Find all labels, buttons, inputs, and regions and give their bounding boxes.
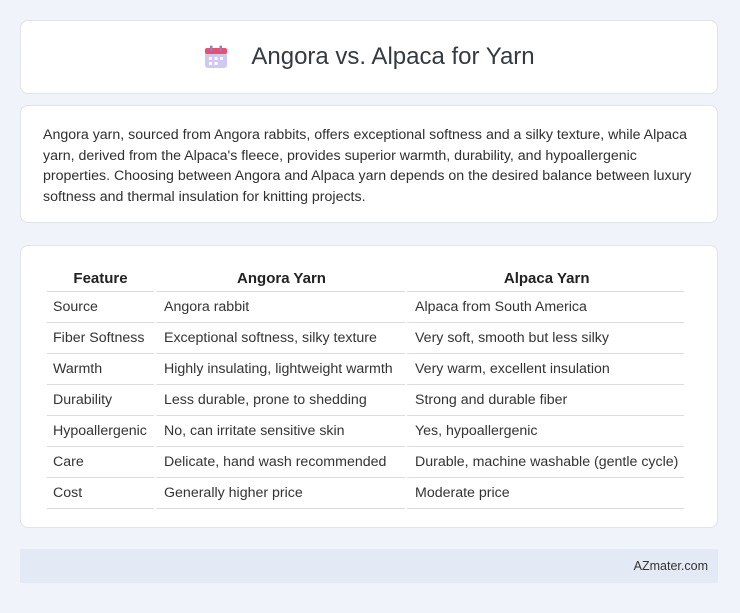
table-row: Durability Less durable, prone to sheddi… xyxy=(47,385,685,416)
angora-cell: Less durable, prone to shedding xyxy=(154,385,405,416)
feature-cell: Source xyxy=(47,292,154,323)
table-row: Fiber Softness Exceptional softness, sil… xyxy=(47,323,685,354)
table-row: Care Delicate, hand wash recommended Dur… xyxy=(47,447,685,478)
alpaca-cell: Strong and durable fiber xyxy=(405,385,685,416)
feature-cell: Cost xyxy=(47,478,154,509)
table-row: Source Angora rabbit Alpaca from South A… xyxy=(47,292,685,323)
feature-cell: Care xyxy=(47,447,154,478)
angora-cell: Angora rabbit xyxy=(154,292,405,323)
angora-cell: Highly insulating, lightweight warmth xyxy=(154,354,405,385)
comparison-table: Feature Angora Yarn Alpaca Yarn Source A… xyxy=(47,265,685,509)
feature-cell: Fiber Softness xyxy=(47,323,154,354)
intro-card: Angora yarn, sourced from Angora rabbits… xyxy=(20,105,718,223)
angora-cell: Delicate, hand wash recommended xyxy=(154,447,405,478)
header-alpaca: Alpaca Yarn xyxy=(405,265,685,292)
table-row: Warmth Highly insulating, lightweight wa… xyxy=(47,354,685,385)
feature-cell: Durability xyxy=(47,385,154,416)
footer-brand[interactable]: AZmater.com xyxy=(634,559,708,573)
table-row: Hypoallergenic No, can irritate sensitiv… xyxy=(47,416,685,447)
header-angora: Angora Yarn xyxy=(154,265,405,292)
table-row: Cost Generally higher price Moderate pri… xyxy=(47,478,685,509)
header-feature: Feature xyxy=(47,265,154,292)
alpaca-cell: Moderate price xyxy=(405,478,685,509)
alpaca-cell: Very warm, excellent insulation xyxy=(405,354,685,385)
feature-cell: Warmth xyxy=(47,354,154,385)
alpaca-cell: Yes, hypoallergenic xyxy=(405,416,685,447)
angora-cell: Generally higher price xyxy=(154,478,405,509)
alpaca-cell: Very soft, smooth but less silky xyxy=(405,323,685,354)
calendar-icon xyxy=(205,45,228,68)
page-title: Angora vs. Alpaca for Yarn xyxy=(251,43,535,70)
intro-text: Angora yarn, sourced from Angora rabbits… xyxy=(43,127,692,205)
table-header-row: Feature Angora Yarn Alpaca Yarn xyxy=(47,265,685,292)
comparison-card: Feature Angora Yarn Alpaca Yarn Source A… xyxy=(20,245,718,528)
alpaca-cell: Alpaca from South America xyxy=(405,292,685,323)
title-card: Angora vs. Alpaca for Yarn xyxy=(20,20,718,94)
feature-cell: Hypoallergenic xyxy=(47,416,154,447)
angora-cell: No, can irritate sensitive skin xyxy=(154,416,405,447)
alpaca-cell: Durable, machine washable (gentle cycle) xyxy=(405,447,685,478)
footer-bar: AZmater.com xyxy=(20,549,718,583)
angora-cell: Exceptional softness, silky texture xyxy=(154,323,405,354)
